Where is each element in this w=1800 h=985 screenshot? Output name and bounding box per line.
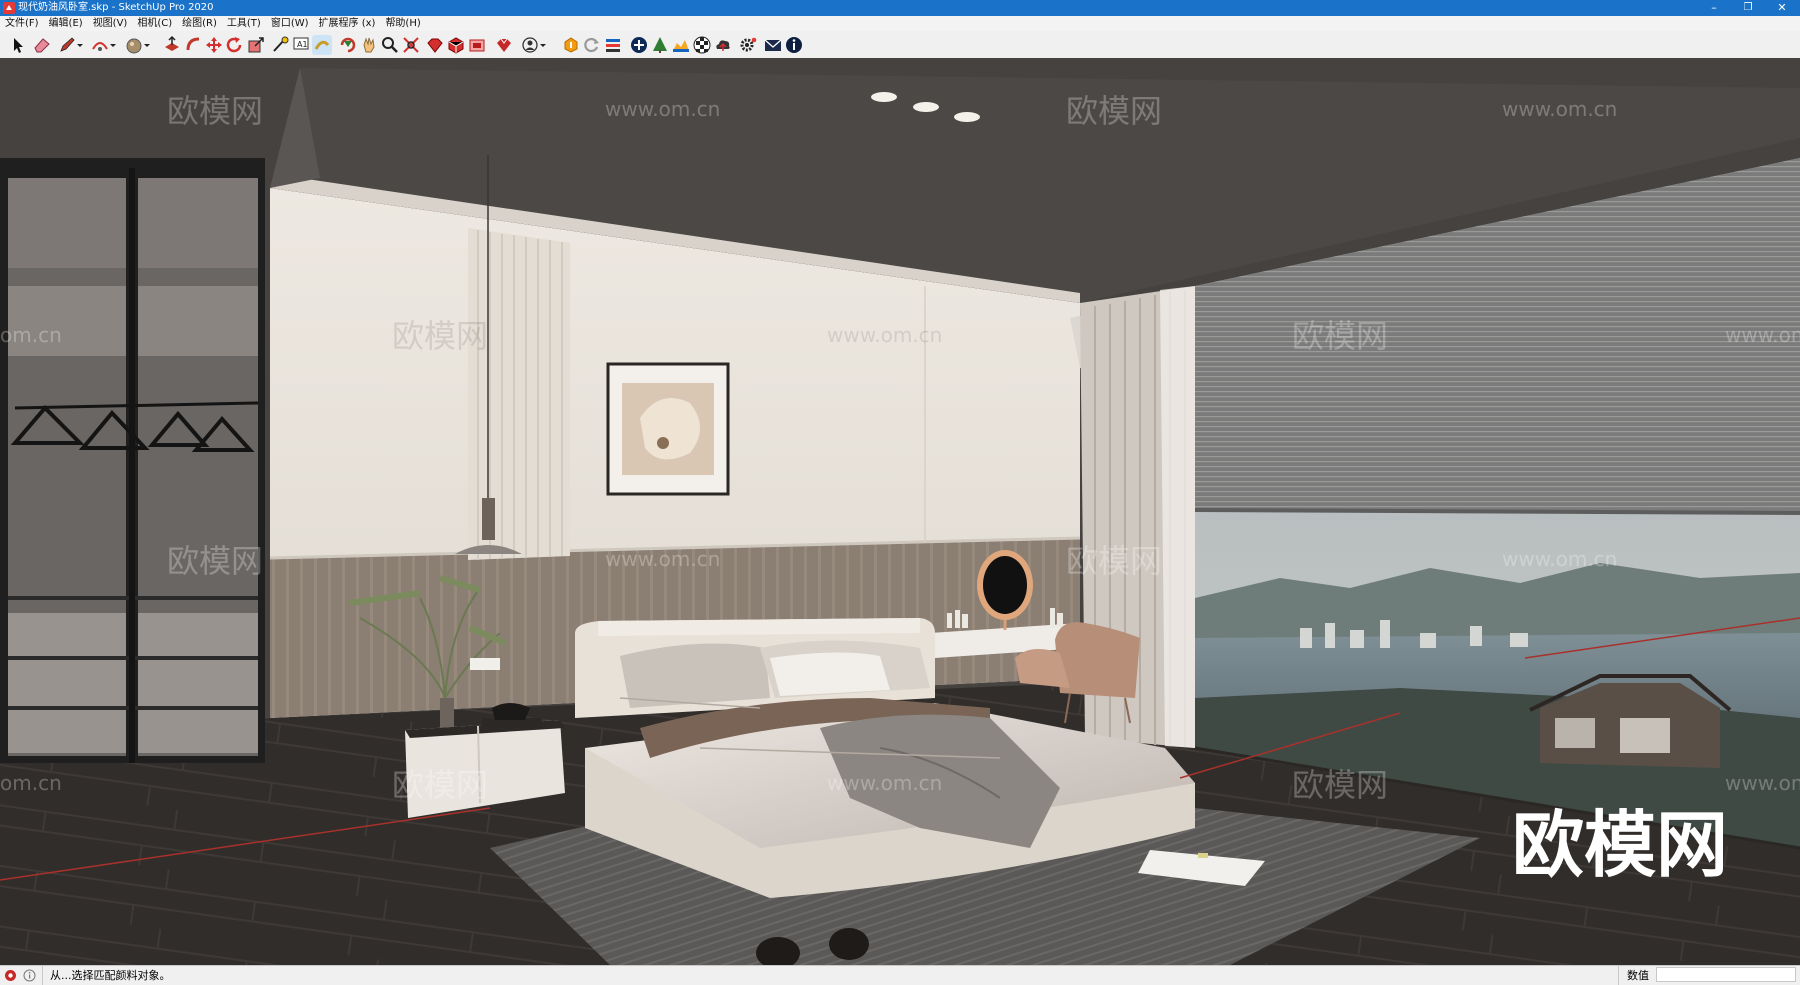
3d-warehouse-icon[interactable] xyxy=(446,35,466,55)
sync-icon[interactable] xyxy=(561,35,581,55)
arc-dropdown-icon[interactable] xyxy=(108,35,118,55)
text-icon[interactable]: A1 xyxy=(291,35,311,55)
menu-extensions[interactable]: 扩展程序 (x) xyxy=(314,16,381,31)
minimize-button[interactable]: – xyxy=(1697,0,1731,16)
watermark: www.om.cn xyxy=(1725,323,1800,347)
add-icon[interactable] xyxy=(629,35,649,55)
status-message: 从...选择匹配颜料对象。 xyxy=(50,969,171,982)
close-button[interactable]: ✕ xyxy=(1765,0,1799,16)
watermark: om.cn xyxy=(0,323,62,347)
brand-logo: 欧模网 xyxy=(1512,803,1728,887)
eraser-icon[interactable] xyxy=(32,35,52,55)
lamp-label xyxy=(470,658,500,670)
watermark: om.cn xyxy=(0,771,62,795)
info-status-icon[interactable] xyxy=(23,969,36,982)
model-viewport[interactable]: 欧模网 www.om.cn 欧模网 www.om.cn 欧模网 www.om.c… xyxy=(0,58,1800,965)
sandbox-icon[interactable] xyxy=(671,35,691,55)
tape-measure-icon[interactable] xyxy=(270,35,290,55)
pendant-lamp xyxy=(482,498,495,540)
bedroom-scene: 欧模网 www.om.cn 欧模网 www.om.cn 欧模网 www.om.c… xyxy=(0,58,1800,965)
watermark: www.om.cn xyxy=(1502,547,1617,571)
pencil-icon[interactable] xyxy=(57,35,77,55)
watermark: 欧模网 xyxy=(167,92,263,130)
menu-window[interactable]: 窗口(W) xyxy=(266,16,314,31)
tree-icon[interactable] xyxy=(650,35,670,55)
zoom-icon[interactable] xyxy=(380,35,400,55)
menu-camera[interactable]: 相机(C) xyxy=(132,16,177,31)
pencil-dropdown-icon[interactable] xyxy=(75,35,85,55)
app-logo-icon xyxy=(3,2,15,14)
mail-icon[interactable] xyxy=(763,35,783,55)
ruby-console-icon[interactable] xyxy=(494,35,514,55)
watermark: 欧模网 xyxy=(167,542,263,580)
extension-warehouse-icon[interactable] xyxy=(467,35,487,55)
scale-icon[interactable] xyxy=(246,35,266,55)
sketchup-window: 现代奶油风卧室.skp - SketchUp Pro 2020 – ❐ ✕ 文件… xyxy=(0,0,1800,985)
arc-icon[interactable] xyxy=(90,35,110,55)
paint-tool-icon[interactable] xyxy=(312,35,332,55)
cloud-icon[interactable] xyxy=(713,35,733,55)
watermark: 欧模网 xyxy=(1066,542,1162,580)
window-title: 现代奶油风卧室.skp - SketchUp Pro 2020 xyxy=(18,2,214,13)
checker-icon[interactable] xyxy=(692,35,712,55)
settings-icon[interactable] xyxy=(738,35,758,55)
menu-tools[interactable]: 工具(T) xyxy=(222,16,266,31)
title-bar: 现代奶油风卧室.skp - SketchUp Pro 2020 – ❐ ✕ xyxy=(0,0,1800,16)
slipper-right xyxy=(829,928,869,960)
menu-bar: 文件(F) 编辑(E) 视图(V) 相机(C) 绘图(R) 工具(T) 窗口(W) 扩展程序 … xyxy=(0,16,1800,31)
account-icon[interactable] xyxy=(520,35,540,55)
watermark: www.om.cn xyxy=(605,97,720,121)
gem-icon[interactable] xyxy=(425,35,445,55)
watermark: www.om.cn xyxy=(605,547,720,571)
menu-view[interactable]: 视图(V) xyxy=(88,16,133,31)
layers-icon[interactable] xyxy=(603,35,623,55)
menu-help[interactable]: 帮助(H) xyxy=(380,16,425,31)
paint-dropdown-icon[interactable] xyxy=(142,35,152,55)
watermark: 欧模网 xyxy=(1292,317,1388,355)
watermark: 欧模网 xyxy=(1292,766,1388,804)
menu-draw[interactable]: 绘图(R) xyxy=(177,16,222,31)
watermark: 欧模网 xyxy=(392,317,488,355)
push-pull-icon[interactable] xyxy=(162,35,182,55)
measurements-input[interactable] xyxy=(1656,967,1796,982)
paint-bucket-icon[interactable] xyxy=(124,35,144,55)
watermark: www.om.cn xyxy=(1502,97,1617,121)
move-icon[interactable] xyxy=(204,35,224,55)
menu-edit[interactable]: 编辑(E) xyxy=(44,16,88,31)
orbit-icon[interactable] xyxy=(338,35,358,55)
refresh-icon[interactable] xyxy=(582,35,602,55)
rotate-icon[interactable] xyxy=(224,35,244,55)
watermark: www.om.cn xyxy=(1725,771,1800,795)
pan-icon[interactable] xyxy=(359,35,379,55)
status-bar: 从...选择匹配颜料对象。 数值 xyxy=(0,965,1800,985)
watermark: 欧模网 xyxy=(1066,92,1162,130)
info-icon[interactable] xyxy=(784,35,804,55)
toolbar: A1 xyxy=(0,31,1800,59)
pillow xyxy=(620,643,770,708)
account-dropdown-icon[interactable] xyxy=(538,35,548,55)
svg-text:A1: A1 xyxy=(297,40,308,49)
select-icon[interactable] xyxy=(8,35,28,55)
measurements-label: 数值 xyxy=(1627,969,1649,982)
watermark: www.om.cn xyxy=(827,323,942,347)
zoom-extents-icon[interactable] xyxy=(401,35,421,55)
watermark: www.om.cn xyxy=(827,771,942,795)
restore-button[interactable]: ❐ xyxy=(1731,0,1765,16)
menu-file[interactable]: 文件(F) xyxy=(0,16,44,31)
watermark: 欧模网 xyxy=(392,766,488,804)
geo-location-icon[interactable] xyxy=(4,969,17,982)
follow-me-icon[interactable] xyxy=(184,35,204,55)
